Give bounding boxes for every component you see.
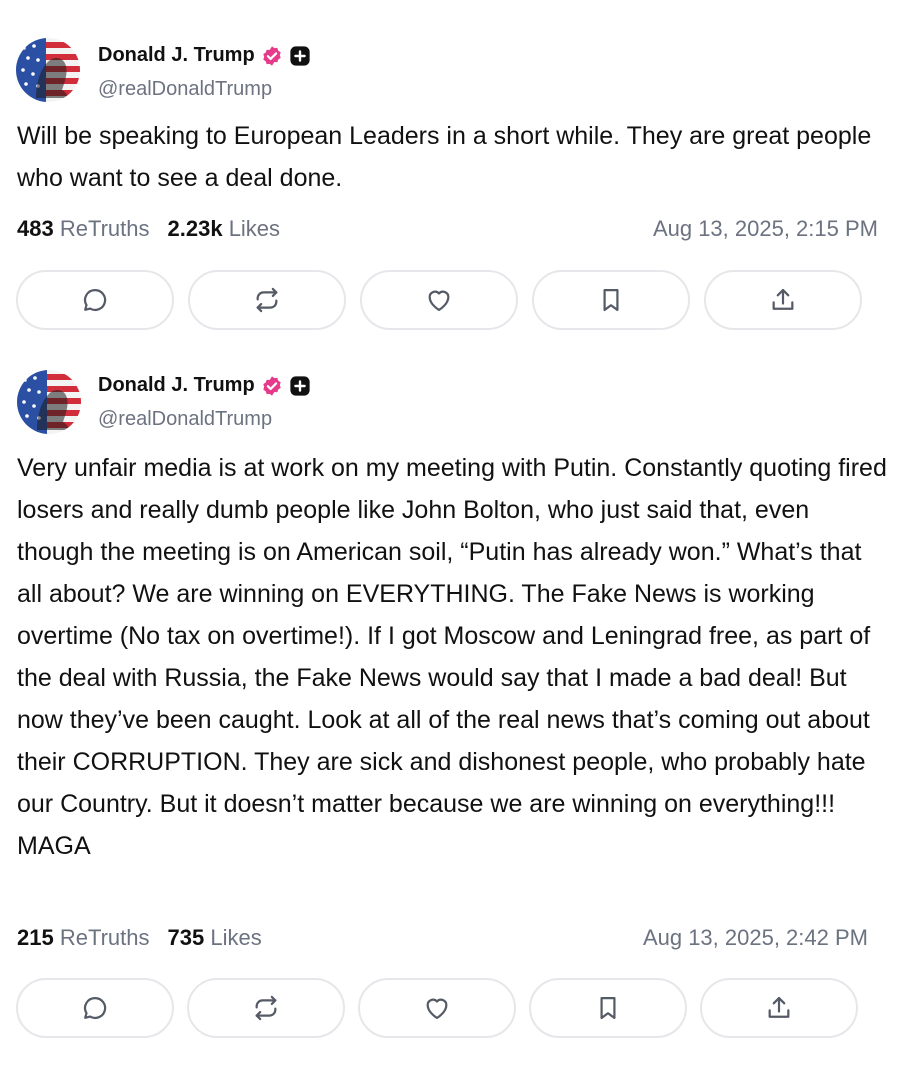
- author-row: Donald J. Trump: [98, 44, 311, 67]
- author-handle[interactable]: @realDonaldTrump: [98, 408, 272, 431]
- retruth-button[interactable]: [187, 978, 345, 1038]
- share-icon: [765, 994, 793, 1022]
- retruths-stat[interactable]: 483 ReTruths: [17, 216, 150, 242]
- post-stats: 215 ReTruths 735 Likes: [17, 925, 262, 951]
- retruths-label: ReTruths: [59, 216, 150, 241]
- bookmark-icon: [597, 286, 625, 314]
- retruths-stat[interactable]: 215 ReTruths: [17, 925, 150, 951]
- avatar-image: [16, 38, 80, 102]
- post-timestamp[interactable]: Aug 13, 2025, 2:15 PM: [653, 216, 878, 242]
- likes-count: 735: [167, 925, 205, 950]
- reply-icon: [81, 286, 109, 314]
- likes-stat[interactable]: 735 Likes: [168, 925, 262, 951]
- retruth-icon: [252, 994, 280, 1022]
- likes-label: Likes: [210, 925, 262, 950]
- likes-stat[interactable]: 2.23k Likes: [168, 216, 281, 242]
- share-button[interactable]: [700, 978, 858, 1038]
- bookmark-button[interactable]: [532, 270, 690, 330]
- plus-badge-icon: [290, 375, 310, 396]
- plus-badge-icon: [290, 45, 310, 66]
- avatar[interactable]: [17, 370, 81, 434]
- retruths-label: ReTruths: [59, 925, 150, 950]
- bookmark-button[interactable]: [529, 978, 687, 1038]
- retruths-count: 215: [17, 925, 54, 950]
- like-button[interactable]: [358, 978, 516, 1038]
- post-timestamp[interactable]: Aug 13, 2025, 2:42 PM: [643, 925, 868, 951]
- author-row: Donald J. Trump: [98, 374, 311, 397]
- likes-label: Likes: [228, 216, 281, 241]
- author-name[interactable]: Donald J. Trump: [98, 374, 255, 397]
- like-icon: [425, 286, 453, 314]
- post-text: Very unfair media is at work on my meeti…: [17, 454, 894, 860]
- author-handle[interactable]: @realDonaldTrump: [98, 78, 272, 101]
- verified-badge-icon: [262, 45, 281, 66]
- likes-count: 2.23k: [167, 216, 223, 241]
- action-bar: [16, 978, 858, 1038]
- bookmark-icon: [594, 994, 622, 1022]
- avatar[interactable]: [16, 38, 80, 102]
- author-name[interactable]: Donald J. Trump: [98, 44, 255, 67]
- action-bar: [16, 270, 862, 330]
- post-stats: 483 ReTruths 2.23k Likes: [17, 216, 280, 242]
- verified-badge-icon: [262, 375, 281, 396]
- retruth-icon: [253, 286, 281, 314]
- retruths-count: 483: [17, 216, 54, 241]
- share-icon: [769, 286, 797, 314]
- retruth-button[interactable]: [188, 270, 346, 330]
- like-icon: [423, 994, 451, 1022]
- share-button[interactable]: [704, 270, 862, 330]
- post-text: Will be speaking to European Leaders in …: [17, 122, 879, 192]
- reply-button[interactable]: [16, 270, 174, 330]
- avatar-image: [17, 370, 81, 434]
- reply-button[interactable]: [16, 978, 174, 1038]
- reply-icon: [81, 994, 109, 1022]
- like-button[interactable]: [360, 270, 518, 330]
